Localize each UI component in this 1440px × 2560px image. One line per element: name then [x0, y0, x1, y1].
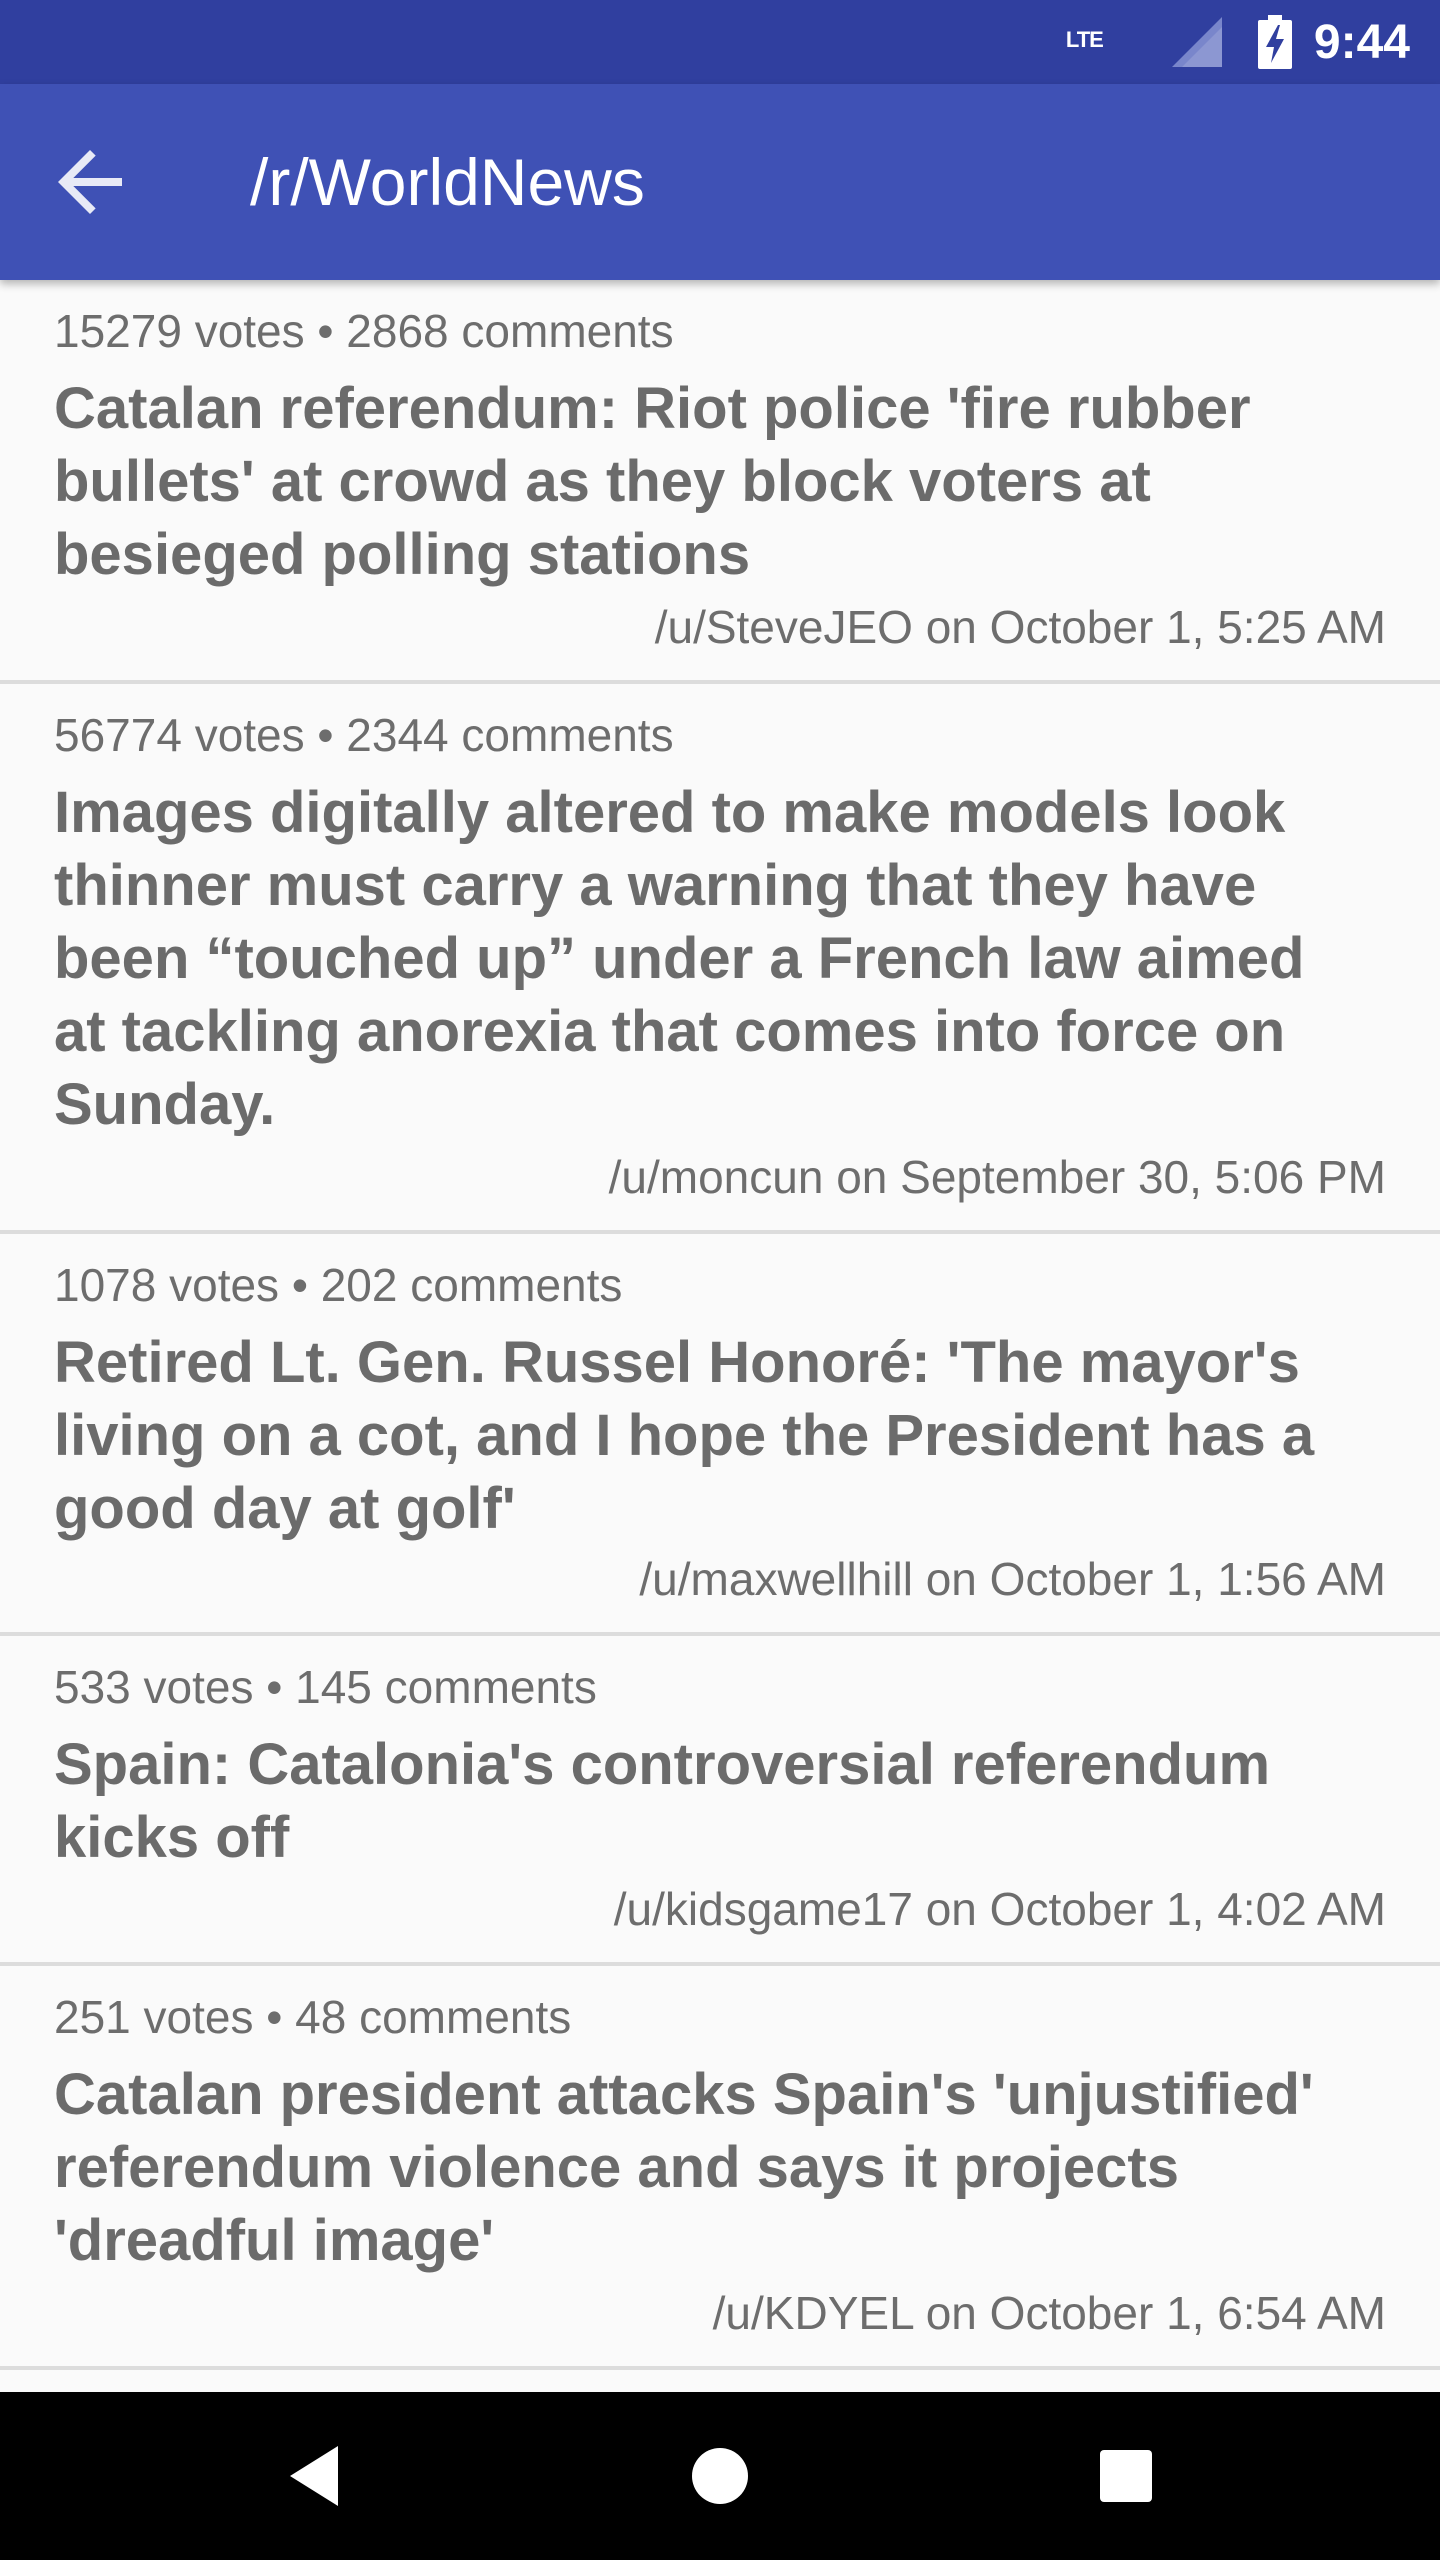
list-item[interactable]: 1078 votes • 202 comments Retired Lt. Ge… — [0, 1234, 1440, 1636]
nav-back-button[interactable] — [256, 2416, 376, 2536]
list-item[interactable]: 15279 votes • 2868 comments Catalan refe… — [0, 280, 1440, 684]
back-button[interactable] — [30, 122, 150, 242]
post-list: 15279 votes • 2868 comments Catalan refe… — [0, 280, 1440, 2392]
post-author[interactable]: /u/KDYEL on October 1, 6:54 AM — [713, 2286, 1386, 2340]
post-title[interactable]: Images digitally altered to make models … — [54, 776, 1354, 1141]
list-item[interactable]: 56774 votes • 2344 comments Images digit… — [0, 684, 1440, 1234]
list-item[interactable]: 533 votes • 145 comments Spain: Cataloni… — [0, 1636, 1440, 1966]
list-item[interactable]: 251 votes • 48 comments Catalan presiden… — [0, 1966, 1440, 2370]
post-meta: 251 votes • 48 comments — [54, 1991, 572, 2043]
nav-home-circle-icon — [692, 2448, 748, 2504]
nav-home-button[interactable] — [660, 2416, 780, 2536]
post-meta: 533 votes • 145 comments — [54, 1661, 597, 1713]
post-author[interactable]: /u/SteveJEO on October 1, 5:25 AM — [655, 600, 1386, 654]
lte-label: LTE — [1065, 26, 1104, 52]
post-title[interactable]: Catalan referendum: Riot police 'fire ru… — [54, 372, 1354, 591]
post-author[interactable]: /u/kidsgame17 on October 1, 4:02 AM — [614, 1882, 1386, 1936]
battery-charging-icon — [1257, 15, 1292, 69]
nav-recents-button[interactable] — [1066, 2416, 1186, 2536]
arrow-back-icon — [58, 150, 122, 214]
post-meta: 15279 votes • 2868 comments — [54, 305, 674, 357]
page-title: /r/WorldNews — [250, 145, 645, 219]
post-title[interactable]: Retired Lt. Gen. Russel Honoré: 'The may… — [54, 1326, 1354, 1545]
cell-signal-icon — [1171, 16, 1222, 67]
app-bar: /r/WorldNews — [0, 84, 1440, 280]
status-bar: LTE 9:44 — [0, 0, 1440, 84]
clock: 9:44 — [1313, 15, 1410, 69]
screen: LTE 9:44 /r/WorldNews 15279 votes • 2868… — [0, 0, 1440, 2560]
nav-recents-square-icon — [1100, 2450, 1152, 2502]
status-icons: LTE 9:44 — [1066, 0, 1410, 84]
post-title[interactable]: Spain: Catalonia's controversial referen… — [54, 1728, 1354, 1874]
system-nav-bar — [0, 2392, 1440, 2560]
post-title[interactable]: Catalan president attacks Spain's 'unjus… — [54, 2058, 1354, 2277]
nav-back-triangle-icon — [290, 2446, 338, 2506]
post-author[interactable]: /u/maxwellhill on October 1, 1:56 AM — [639, 1552, 1386, 1606]
post-author[interactable]: /u/moncun on September 30, 5:06 PM — [609, 1150, 1386, 1204]
post-meta: 1078 votes • 202 comments — [54, 1259, 623, 1311]
signal-group: LTE — [1066, 13, 1258, 72]
post-meta: 56774 votes • 2344 comments — [54, 709, 674, 761]
